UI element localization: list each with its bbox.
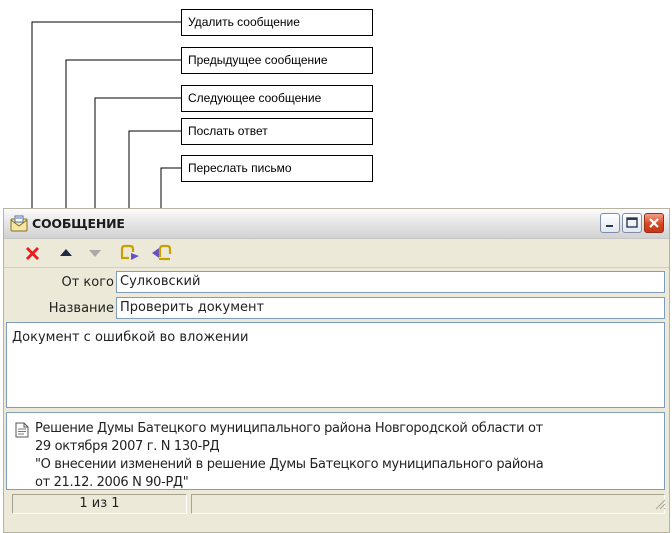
callout-label: Удалить сообщение — [188, 15, 300, 29]
callout-forward-letter: Переслать письмо — [181, 155, 373, 182]
attachment-panel[interactable]: Решение Думы Батецкого муниципального ра… — [6, 412, 665, 490]
callout-label: Предыдущее сообщение — [188, 53, 328, 67]
callout-next-message: Следующее сообщение — [181, 85, 373, 112]
from-field[interactable]: Сулковский — [116, 271, 665, 293]
delete-message-button[interactable] — [23, 243, 43, 263]
message-body-text: Документ с ошибкой во вложении — [12, 330, 249, 345]
subject-field-row: Название Проверить документ — [4, 295, 669, 323]
attachment-line: "О внесении изменений в решение Думы Бат… — [35, 457, 544, 472]
window-title: СООБЩЕНИЕ — [32, 216, 125, 231]
reply-icon — [120, 244, 139, 260]
leader-line-delete — [31, 21, 181, 238]
document-icon — [15, 422, 29, 438]
send-reply-button[interactable] — [119, 243, 139, 263]
attachment-line: 29 октября 2007 г. N 130-РД — [35, 439, 220, 454]
callout-label: Переслать письмо — [188, 161, 292, 175]
attachment-link[interactable]: Решение Думы Батецкого муниципального ра… — [35, 420, 655, 492]
close-button[interactable] — [644, 213, 664, 233]
subject-field[interactable]: Проверить документ — [116, 297, 665, 319]
maximize-button[interactable] — [622, 213, 642, 233]
subject-label: Название — [48, 301, 114, 316]
minimize-icon — [606, 225, 613, 227]
callout-label: Следующее сообщение — [188, 91, 322, 105]
envelope-app-icon — [10, 215, 28, 232]
minimize-button[interactable] — [600, 213, 620, 233]
message-body[interactable]: Документ с ошибкой во вложении — [6, 322, 665, 408]
message-counter: 1 из 1 — [12, 494, 187, 514]
close-icon — [649, 218, 659, 228]
from-label: От кого — [61, 275, 114, 290]
forward-icon — [152, 244, 172, 261]
forward-letter-button[interactable] — [150, 243, 172, 263]
message-toolbar — [4, 239, 669, 268]
from-field-row: От кого Сулковский — [4, 269, 669, 297]
attachment-line: Решение Думы Батецкого муниципального ра… — [35, 421, 543, 436]
maximize-icon — [626, 217, 638, 228]
callout-previous-message: Предыдущее сообщение — [181, 47, 373, 74]
title-bar[interactable]: СООБЩЕНИЕ — [4, 209, 669, 239]
callout-label: Послать ответ — [188, 124, 268, 138]
previous-message-button[interactable] — [56, 243, 76, 263]
status-panel — [191, 494, 665, 514]
attachment-line: от 21.12. 2006 N 90-РД" — [35, 475, 189, 490]
next-message-button[interactable] — [85, 243, 105, 263]
resize-grip-icon[interactable] — [654, 498, 666, 510]
callout-send-reply: Послать ответ — [181, 118, 373, 145]
message-window: СООБЩЕНИЕ От кого Сулковский Название Пр… — [3, 208, 670, 533]
arrow-up-icon — [60, 249, 72, 256]
status-bar: 1 из 1 — [4, 492, 669, 532]
arrow-down-icon — [89, 250, 101, 257]
message-counter-text: 1 из 1 — [79, 496, 120, 511]
delete-x-icon — [26, 247, 39, 260]
callout-delete-message: Удалить сообщение — [181, 9, 373, 36]
